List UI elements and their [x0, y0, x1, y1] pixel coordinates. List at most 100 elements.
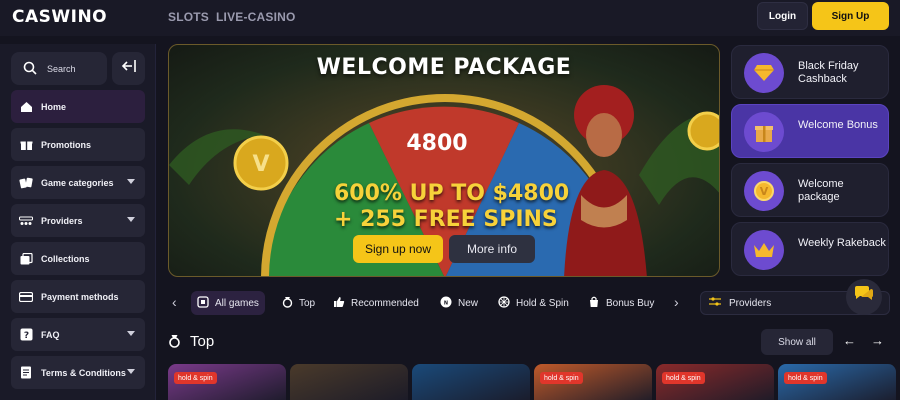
wheel-value: 4800: [406, 131, 468, 156]
category-label: Top: [299, 297, 316, 309]
collections-icon: [19, 252, 33, 266]
sidebar-item-label: Game categories: [41, 177, 114, 188]
login-button[interactable]: Login: [757, 2, 808, 30]
game-tile[interactable]: hold & spin: [778, 364, 896, 400]
banner-title: WELCOME PACKAGE: [316, 55, 572, 80]
sidebar-item-promotions[interactable]: Promotions: [11, 128, 145, 161]
sidebar: Search Home Promotions Game categories P…: [0, 44, 156, 400]
category-hold-and-spin[interactable]: Hold & Spin: [492, 291, 575, 315]
collapse-sidebar-button[interactable]: [112, 52, 145, 85]
banner-more-info-button[interactable]: More info: [449, 235, 535, 263]
category-label: Recommended: [351, 297, 419, 309]
sidebar-item-label: Terms & Conditions: [41, 367, 126, 378]
hold-spin-badge: hold & spin: [784, 372, 827, 384]
sidebar-item-faq[interactable]: ? FAQ: [11, 318, 145, 351]
sidebar-item-label: Promotions: [41, 139, 92, 150]
sidebar-item-home[interactable]: Home: [11, 90, 145, 123]
providers-icon: [19, 214, 33, 228]
category-all-games[interactable]: All games: [191, 291, 265, 315]
sidebar-item-providers[interactable]: Providers: [11, 204, 145, 237]
sidebar-item-label: Home: [41, 101, 67, 112]
svg-text:V: V: [760, 185, 769, 198]
category-label: Hold & Spin: [516, 297, 569, 309]
all-games-icon: [197, 295, 209, 311]
promo-card-weekly-rakeback[interactable]: Weekly Rakeback: [731, 222, 889, 276]
gift-icon: [19, 138, 33, 152]
sidebar-item-terms[interactable]: Terms & Conditions: [11, 356, 145, 389]
game-tile[interactable]: hold & spin: [534, 364, 652, 400]
sidebar-item-collections[interactable]: Collections: [11, 242, 145, 275]
hold-spin-icon: [498, 295, 510, 311]
sidebar-item-label: FAQ: [41, 329, 60, 340]
category-label: New: [458, 297, 479, 309]
diamond-icon: [744, 53, 784, 93]
chevron-down-icon: [127, 179, 135, 184]
category-label: All games: [215, 297, 259, 309]
promo-card-black-friday[interactable]: Black Friday Cashback: [731, 45, 889, 99]
promo-card-welcome-package[interactable]: V Welcome package: [731, 163, 889, 217]
top-section-icon: [168, 334, 181, 353]
signup-button[interactable]: Sign Up: [812, 2, 889, 30]
search-label: Search: [47, 63, 76, 74]
categories-prev-arrow[interactable]: ‹: [172, 294, 177, 310]
banner-signup-button[interactable]: Sign up now: [353, 235, 443, 263]
providers-label: Providers: [729, 297, 772, 309]
category-label: Bonus Buy: [606, 297, 655, 309]
nav-slots[interactable]: SLOTS: [168, 10, 209, 24]
nav-live-casino[interactable]: LIVE-CASINO: [216, 10, 296, 24]
thumbs-up-icon: [333, 296, 345, 311]
category-new[interactable]: N New: [434, 291, 484, 315]
svg-text:?: ?: [23, 331, 28, 341]
promo-label: Welcome Bonus: [798, 119, 878, 131]
sidebar-item-label: Providers: [41, 215, 83, 226]
section-title: Top: [190, 333, 215, 350]
gift-box-icon: [744, 112, 784, 152]
game-tile[interactable]: [412, 364, 530, 400]
coin-icon: V: [744, 171, 784, 211]
chat-button[interactable]: [846, 279, 882, 315]
promo-card-welcome-bonus[interactable]: Welcome Bonus: [731, 104, 889, 158]
home-icon: [19, 100, 33, 114]
search-button[interactable]: Search: [11, 52, 107, 85]
card-icon: [19, 290, 33, 304]
show-all-button[interactable]: Show all: [761, 329, 833, 355]
search-icon: [23, 61, 37, 77]
document-icon: [19, 366, 33, 380]
category-top[interactable]: Top: [276, 291, 321, 315]
categories-next-arrow[interactable]: ›: [674, 294, 679, 310]
promo-label: Weekly Rakeback: [798, 237, 886, 249]
bonus-buy-icon: [588, 296, 600, 311]
svg-text:V: V: [252, 152, 269, 177]
top-icon: [282, 296, 293, 311]
chevron-down-icon: [127, 331, 135, 336]
category-recommended[interactable]: Recommended: [327, 291, 425, 315]
svg-text:N: N: [444, 300, 448, 306]
chat-bubble-icon: [853, 285, 875, 310]
chevron-down-icon: [127, 217, 135, 222]
welcome-banner[interactable]: V 4800 WELCOME PACKAGE 600% UP TO $4800 …: [168, 44, 720, 277]
crown-icon: [744, 230, 784, 270]
banner-offer-spins: + 255 FREE SPINS: [334, 207, 558, 232]
game-tile[interactable]: hold & spin: [168, 364, 286, 400]
collapse-arrow-icon: [121, 59, 137, 78]
question-icon: ?: [19, 328, 33, 342]
game-tile[interactable]: hold & spin: [656, 364, 774, 400]
hold-spin-badge: hold & spin: [174, 372, 217, 384]
sidebar-item-game-categories[interactable]: Game categories: [11, 166, 145, 199]
filter-icon: [709, 296, 721, 310]
sidebar-item-label: Payment methods: [41, 291, 119, 302]
chevron-down-icon: [127, 369, 135, 374]
new-icon: N: [440, 296, 452, 311]
section-next-arrow[interactable]: →: [871, 333, 884, 348]
sidebar-item-label: Collections: [41, 253, 90, 264]
promo-label: Black Friday Cashback: [798, 60, 859, 85]
cards-icon: [19, 176, 33, 190]
promo-label: Welcome package: [798, 178, 844, 203]
banner-offer-amount: 600% UP TO $4800: [334, 181, 570, 206]
section-prev-arrow[interactable]: ←: [843, 333, 856, 348]
game-tile[interactable]: [290, 364, 408, 400]
site-logo[interactable]: CASWINO: [12, 7, 107, 27]
sidebar-item-payment-methods[interactable]: Payment methods: [11, 280, 145, 313]
category-bonus-buy[interactable]: Bonus Buy: [582, 291, 660, 315]
top-header: CASWINO SLOTS LIVE-CASINO Login Sign Up: [0, 0, 900, 36]
